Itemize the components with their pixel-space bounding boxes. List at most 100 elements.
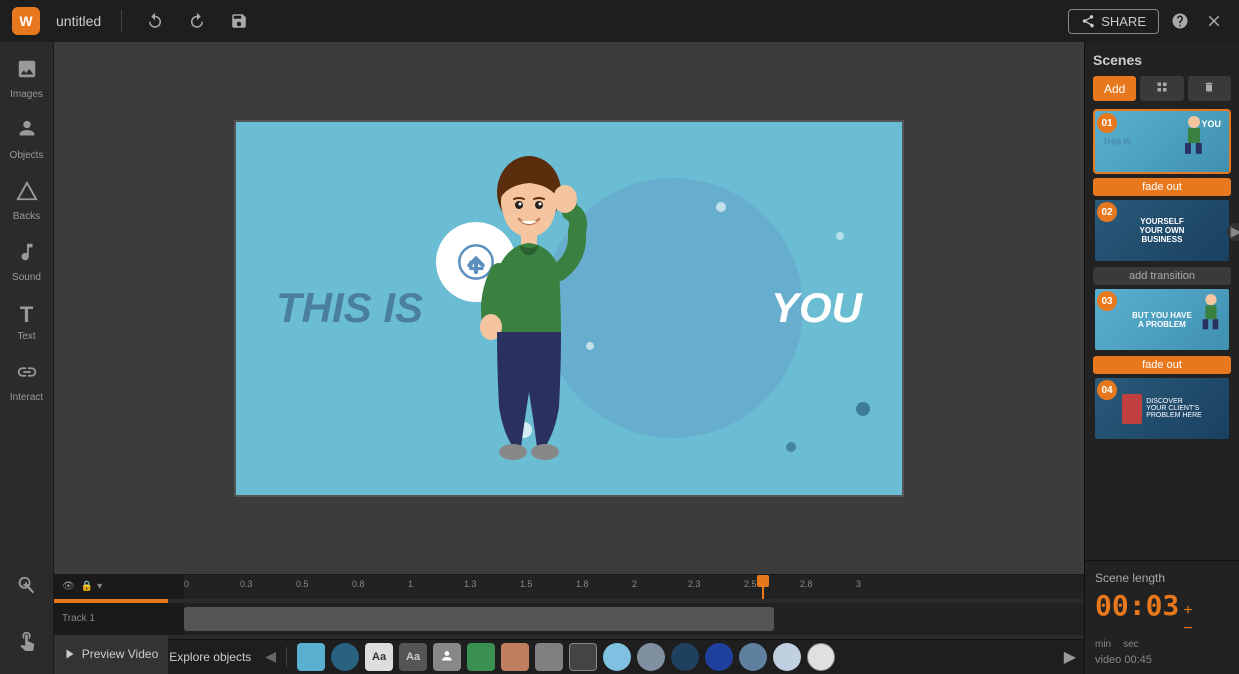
explore-objects-button[interactable]: Explore objects <box>161 648 259 666</box>
eye-icon[interactable]: 👁 <box>62 581 75 592</box>
left-sidebar: Images Objects Backs Sound T Text <box>0 42 54 674</box>
scene-time-controls: + − <box>1183 603 1192 637</box>
scene-expand-02[interactable]: ▶ <box>1227 223 1239 241</box>
dot <box>716 202 726 212</box>
app-title: untitled <box>56 13 101 29</box>
scenes-panel: Scenes Add YOU THIS IS <box>1084 42 1239 674</box>
share-button[interactable]: SHARE <box>1068 9 1159 34</box>
backs-icon <box>16 180 38 208</box>
sidebar-item-text[interactable]: T Text <box>2 294 52 351</box>
images-icon <box>16 58 38 86</box>
dot <box>856 402 870 416</box>
sidebar-item-interact[interactable]: Interact <box>2 353 52 412</box>
sec-label: sec <box>1123 639 1139 650</box>
undo-button[interactable] <box>142 8 168 34</box>
swatch-circle-white[interactable] <box>807 643 835 671</box>
swatch-outline[interactable] <box>569 643 597 671</box>
ruler-mark: 0.5 <box>296 579 309 589</box>
canvas-wrapper: THIS IS YOU <box>54 42 1084 574</box>
swatch-circle-light[interactable] <box>773 643 801 671</box>
dot <box>836 232 844 240</box>
scene-transition-03[interactable]: fade out <box>1093 356 1231 374</box>
ruler-mark: 2.5 <box>744 579 757 589</box>
sound-icon <box>16 241 38 269</box>
sidebar-images-label: Images <box>10 89 43 101</box>
ruler-mark: 2 <box>632 579 637 589</box>
scene-03-text: BUT YOU HAVEA PROBLEM <box>1130 309 1194 331</box>
scene-04-content: DISCOVERYOUR CLIENT'SPROBLEM HERE <box>1118 390 1206 428</box>
sidebar-item-backs[interactable]: Backs <box>2 172 52 231</box>
sidebar-sound-label: Sound <box>12 272 41 284</box>
hand-tool[interactable] <box>2 621 52 664</box>
title-divider <box>121 10 122 32</box>
arrow-icon[interactable]: ▾ <box>97 581 102 592</box>
scene-02-wrapper: YOURSELFYOUR OWNBUSINESS 02 ▶ <box>1085 198 1239 265</box>
track-bar-area[interactable] <box>184 603 1084 635</box>
scene-text-left: THIS IS <box>276 284 423 332</box>
help-button[interactable] <box>1167 8 1193 34</box>
swatch-blue[interactable] <box>297 643 325 671</box>
ruler-mark: 2.8 <box>800 579 813 589</box>
scene-delete-button[interactable] <box>1188 76 1231 101</box>
time-decrement[interactable]: − <box>1183 621 1192 637</box>
timeline-tracks: Track 1 <box>54 599 1084 639</box>
ruler-mark: 0.3 <box>240 579 253 589</box>
save-button[interactable] <box>226 8 252 34</box>
sidebar-item-images[interactable]: Images <box>2 50 52 109</box>
time-increment[interactable]: + <box>1183 603 1192 619</box>
swatch-green[interactable] <box>467 643 495 671</box>
lock-icon[interactable]: 🔒 <box>81 581 93 592</box>
scene-item-02: YOURSELFYOUR OWNBUSINESS 02 <box>1093 198 1231 263</box>
playhead[interactable] <box>762 575 764 599</box>
ruler-label-area: 👁 🔒 ▾ <box>54 575 184 599</box>
swatch-circle-steel[interactable] <box>739 643 767 671</box>
sidebar-item-objects[interactable]: Objects <box>2 111 52 170</box>
scene-length-panel: Scene length 00:03 + − min sec video 00:… <box>1085 560 1239 674</box>
ruler-mark: 0.8 <box>352 579 365 589</box>
scene-item-01: YOU THIS IS 01 <box>1093 109 1231 174</box>
scene-add-transition-02[interactable]: add transition <box>1093 267 1231 285</box>
swatch-figure[interactable] <box>433 643 461 671</box>
ruler-mark: 0 <box>184 579 189 589</box>
scene-number-02: 02 <box>1097 202 1117 222</box>
swatch-circle-mid[interactable] <box>637 643 665 671</box>
redo-button[interactable] <box>184 8 210 34</box>
ruler-mark: 1 <box>408 579 413 589</box>
swatch-circle-royal[interactable] <box>705 643 733 671</box>
close-button[interactable] <box>1201 8 1227 34</box>
swatch-tan[interactable] <box>501 643 529 671</box>
track-clip[interactable] <box>184 607 774 631</box>
swatch-circle-blue[interactable] <box>331 643 359 671</box>
scene-number-03: 03 <box>1097 291 1117 311</box>
sidebar-item-sound[interactable]: Sound <box>2 233 52 292</box>
scene-add-button[interactable]: Add <box>1093 76 1136 101</box>
swatch-circle-navy[interactable] <box>671 643 699 671</box>
interact-icon <box>16 361 38 389</box>
ruler-mark: 2.3 <box>688 579 701 589</box>
explore-chevron-icon: ◀ <box>265 648 276 665</box>
timeline-ruler: 👁 🔒 ▾ 0 0.3 0.5 0.8 1 1.3 1.5 1.8 2 2.3 … <box>54 575 1084 599</box>
ruler-mark: 1.3 <box>464 579 477 589</box>
preview-video-button[interactable]: Preview Video <box>54 634 168 674</box>
dot <box>786 442 796 452</box>
scene-grid-button[interactable] <box>1140 76 1183 101</box>
scene-item-03: BUT YOU HAVEA PROBLEM 03 <box>1093 287 1231 352</box>
swatch-text-aa1[interactable]: Aa <box>365 643 393 671</box>
scene-length-label: Scene length <box>1095 571 1229 585</box>
zoom-icon <box>16 574 38 601</box>
scenes-title: Scenes <box>1085 42 1239 76</box>
swatch-circle-lightblue[interactable] <box>603 643 631 671</box>
scene-transition-01[interactable]: fade out <box>1093 178 1231 196</box>
video-total: video 00:45 <box>1095 654 1229 666</box>
scene-time-display: 00:03 + − <box>1095 589 1229 637</box>
scene-canvas[interactable]: THIS IS YOU <box>234 120 904 497</box>
divider2 <box>286 647 287 667</box>
swatch-gray[interactable] <box>535 643 563 671</box>
ruler-marks: 0 0.3 0.5 0.8 1 1.3 1.5 1.8 2 2.3 2.5 2.… <box>184 575 954 599</box>
scene-02-text: YOURSELFYOUR OWNBUSINESS <box>1138 215 1187 246</box>
swatch-text-aa2[interactable]: Aa <box>399 643 427 671</box>
zoom-tool[interactable] <box>2 566 52 609</box>
sidebar-backs-label: Backs <box>13 211 40 223</box>
sidebar-text-label: Text <box>17 331 35 343</box>
next-swatch-button[interactable]: ▶ <box>1064 647 1076 667</box>
